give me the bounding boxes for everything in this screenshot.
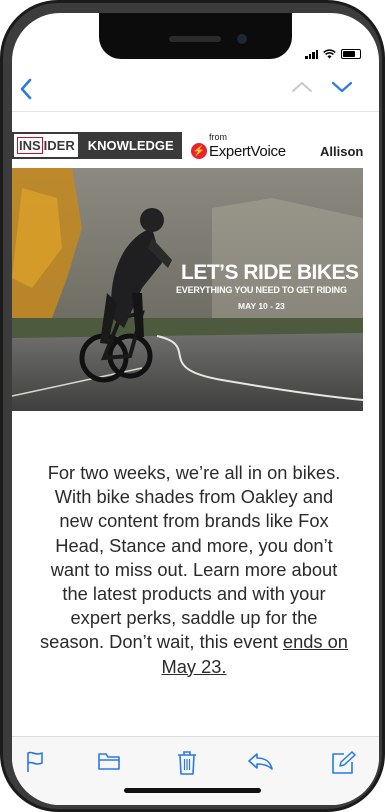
battery-icon — [341, 49, 361, 59]
phone-frame: INS IDER KNOWLEDGE from ⚡ ExpertVoice All… — [0, 0, 385, 812]
compose-icon[interactable] — [330, 750, 356, 776]
knowledge-wordmark: KNOWLEDGE — [79, 132, 182, 159]
front-camera — [237, 34, 247, 44]
back-chevron-icon[interactable] — [18, 77, 34, 101]
insider-wordmark: INS IDER — [12, 132, 80, 159]
folder-icon[interactable] — [97, 750, 121, 772]
expertvoice-logo: ExpertVoice — [209, 143, 286, 160]
email-body-text: For two weeks, we’re all in on bikes. Wi… — [40, 461, 348, 679]
flag-icon[interactable] — [24, 750, 46, 774]
status-bar — [305, 49, 361, 59]
mail-nav-bar — [12, 73, 379, 109]
hero-dates: MAY 10 - 23 — [238, 301, 285, 311]
notch — [99, 13, 292, 59]
insider-knowledge-logo: INS IDER KNOWLEDGE — [12, 132, 182, 159]
trash-icon[interactable] — [176, 750, 198, 776]
lightning-bolt-icon: ⚡ — [191, 143, 207, 159]
hero-image[interactable]: LET’S RIDE BIKES EVERYTHING YOU NEED TO … — [12, 168, 363, 411]
phone-screen: INS IDER KNOWLEDGE from ⚡ ExpertVoice All… — [12, 13, 379, 805]
from-label: from — [209, 132, 227, 142]
mail-toolbar — [12, 736, 379, 805]
home-indicator[interactable] — [124, 788, 261, 793]
down-chevron-icon[interactable] — [330, 79, 354, 95]
user-name: Allison — [320, 144, 364, 159]
up-chevron-icon[interactable] — [290, 79, 314, 95]
reply-icon[interactable] — [246, 750, 274, 772]
hero-subtitle: EVERYTHING YOU NEED TO GET RIDING — [176, 285, 347, 295]
body-paragraph: For two weeks, we’re all in on bikes. Wi… — [40, 462, 341, 653]
signal-icon — [305, 49, 318, 59]
brand-ider: IDER — [43, 138, 75, 153]
hero-title: LET’S RIDE BIKES — [181, 261, 359, 284]
speaker-grille — [169, 36, 221, 42]
email-body: INS IDER KNOWLEDGE from ⚡ ExpertVoice All… — [12, 111, 379, 745]
email-banner: INS IDER KNOWLEDGE from ⚡ ExpertVoice All… — [12, 111, 379, 164]
wifi-icon — [323, 49, 336, 59]
phone-bezel: INS IDER KNOWLEDGE from ⚡ ExpertVoice All… — [3, 3, 382, 809]
brand-ins: INS — [17, 137, 43, 154]
